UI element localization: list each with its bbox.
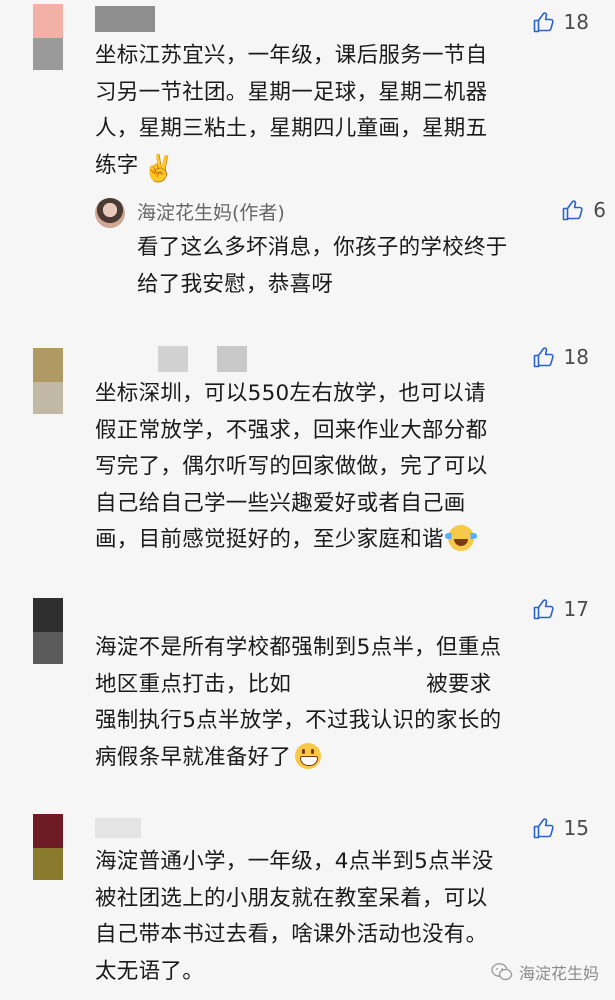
comment-line: 强制执行5点半放学，不过我认识的家长的 — [95, 708, 502, 733]
comment-line: 人，星期三粘土，星期四儿童画，星期五 — [95, 116, 488, 141]
comment-line: 海淀不是所有学校都强制到5点半，但重点 — [95, 635, 502, 660]
victory-emoji: ✌️ — [142, 153, 176, 184]
comment-line: 习另一节社团。星期一足球，星期二机器 — [95, 79, 488, 105]
comment-line-text: 画，目前感觉挺好的，至少家庭和谐 — [95, 527, 444, 552]
comment-line-text: 练字 — [95, 152, 139, 178]
thumbs-up-icon — [532, 816, 556, 840]
comment-line: 自己带本书过去看，啥课外活动也没有。 — [95, 922, 488, 947]
author-name[interactable]: 海淀花生妈(作者) — [137, 198, 285, 225]
comment-line-text: 病假条早就准备好了 — [95, 744, 292, 770]
avatar-bottom — [33, 382, 63, 414]
like-button[interactable]: 18 — [532, 345, 589, 369]
wechat-icon — [491, 963, 513, 981]
avatar-bottom — [33, 38, 63, 70]
thumbs-up-icon — [532, 597, 556, 621]
comment-text: 坐标江苏宜兴，一年级，课后服务一节自 习另一节社团。星期一足球，星期二机器 人，… — [95, 38, 595, 184]
username-blurred[interactable] — [217, 346, 247, 372]
avatar[interactable] — [33, 4, 63, 70]
reply-like-button[interactable]: 6 — [561, 198, 606, 222]
like-button[interactable]: 18 — [532, 10, 589, 34]
grinning-emoji — [295, 742, 322, 769]
comment-line: 病假条早就准备好了 — [95, 740, 595, 777]
avatar-top — [33, 348, 63, 382]
reply-line: 给了我安慰，恭喜呀 — [137, 271, 334, 297]
comment-line: 画，目前感觉挺好的，至少家庭和谐 — [95, 522, 595, 559]
like-button[interactable]: 15 — [532, 816, 589, 840]
like-count: 15 — [563, 816, 589, 840]
username-blurred[interactable] — [95, 6, 155, 32]
comment-line: 自己给自己学一些兴趣爱好或者自己画 — [95, 490, 466, 516]
comment-line-text: 被要求 — [426, 671, 492, 697]
avatar-bottom — [33, 632, 63, 664]
like-count: 18 — [563, 10, 589, 34]
thumbs-up-icon — [532, 10, 556, 34]
comment-2: 18 坐标深圳，可以550左右放学，也可以请 假正常放学，不强求，回来作业大部分… — [0, 340, 615, 580]
comment-text: 坐标深圳，可以550左右放学，也可以请 假正常放学，不强求，回来作业大部分都 写… — [95, 376, 595, 559]
reply-text: 看了这么多坏消息，你孩子的学校终于 给了我安慰，恭喜呀 — [137, 230, 508, 303]
like-count: 17 — [563, 597, 589, 621]
thumbs-up-icon — [532, 345, 556, 369]
reply-like-count: 6 — [593, 198, 606, 222]
author-reply: 海淀花生妈(作者) 6 看了这么多坏消息，你孩子的学校终于 给了我安慰，恭喜呀 — [95, 198, 606, 298]
reply-line: 看了这么多坏消息，你孩子的学校终于 — [137, 235, 508, 260]
username-blurred[interactable] — [158, 346, 188, 372]
watermark-text: 海淀花生妈 — [518, 964, 599, 983]
comment-3: 17 海淀不是所有学校都强制到5点半，但重点 地区重点打击，比如 被要求 强制执行… — [0, 592, 615, 782]
avatar-top — [33, 814, 63, 848]
comment-line: 地区重点打击，比如 被要求 — [95, 667, 595, 704]
avatar-top — [33, 4, 63, 38]
comment-line: 海淀普通小学，一年级，4点半到5点半没 — [95, 849, 494, 874]
comment-line: 坐标深圳，可以550左右放学，也可以请 — [95, 381, 486, 406]
comment-line: 练字 ✌️ — [95, 148, 595, 185]
comment-line: 坐标江苏宜兴，一年级，课后服务一节自 — [95, 43, 488, 68]
username-blurred[interactable] — [95, 818, 141, 838]
watermark: 海淀花生妈 — [491, 960, 599, 984]
comment-line: 假正常放学，不强求，回来作业大部分都 — [95, 417, 488, 443]
comment-line: 写完了，偶尔听写的回家做做，完了可以 — [95, 454, 488, 479]
comment-text: 海淀不是所有学校都强制到5点半，但重点 地区重点打击，比如 被要求 强制执行5点半… — [95, 630, 595, 776]
like-count: 18 — [563, 345, 589, 369]
avatar[interactable] — [33, 814, 63, 880]
like-button[interactable]: 17 — [532, 597, 589, 621]
avatar[interactable] — [33, 348, 63, 414]
thumbs-up-icon — [561, 198, 585, 222]
avatar-bottom — [33, 848, 63, 880]
tears-of-joy-emoji — [444, 525, 477, 551]
avatar[interactable] — [33, 598, 63, 664]
comment-line: 被社团选上的小朋友就在教室呆着，可以 — [95, 885, 488, 911]
comment-line-text: 地区重点打击，比如 — [95, 671, 292, 697]
comment-1: 18 坐标江苏宜兴，一年级，课后服务一节自 习另一节社团。星期一足球，星期二机器… — [0, 0, 615, 300]
author-avatar[interactable] — [95, 198, 125, 228]
avatar-top — [33, 598, 63, 632]
